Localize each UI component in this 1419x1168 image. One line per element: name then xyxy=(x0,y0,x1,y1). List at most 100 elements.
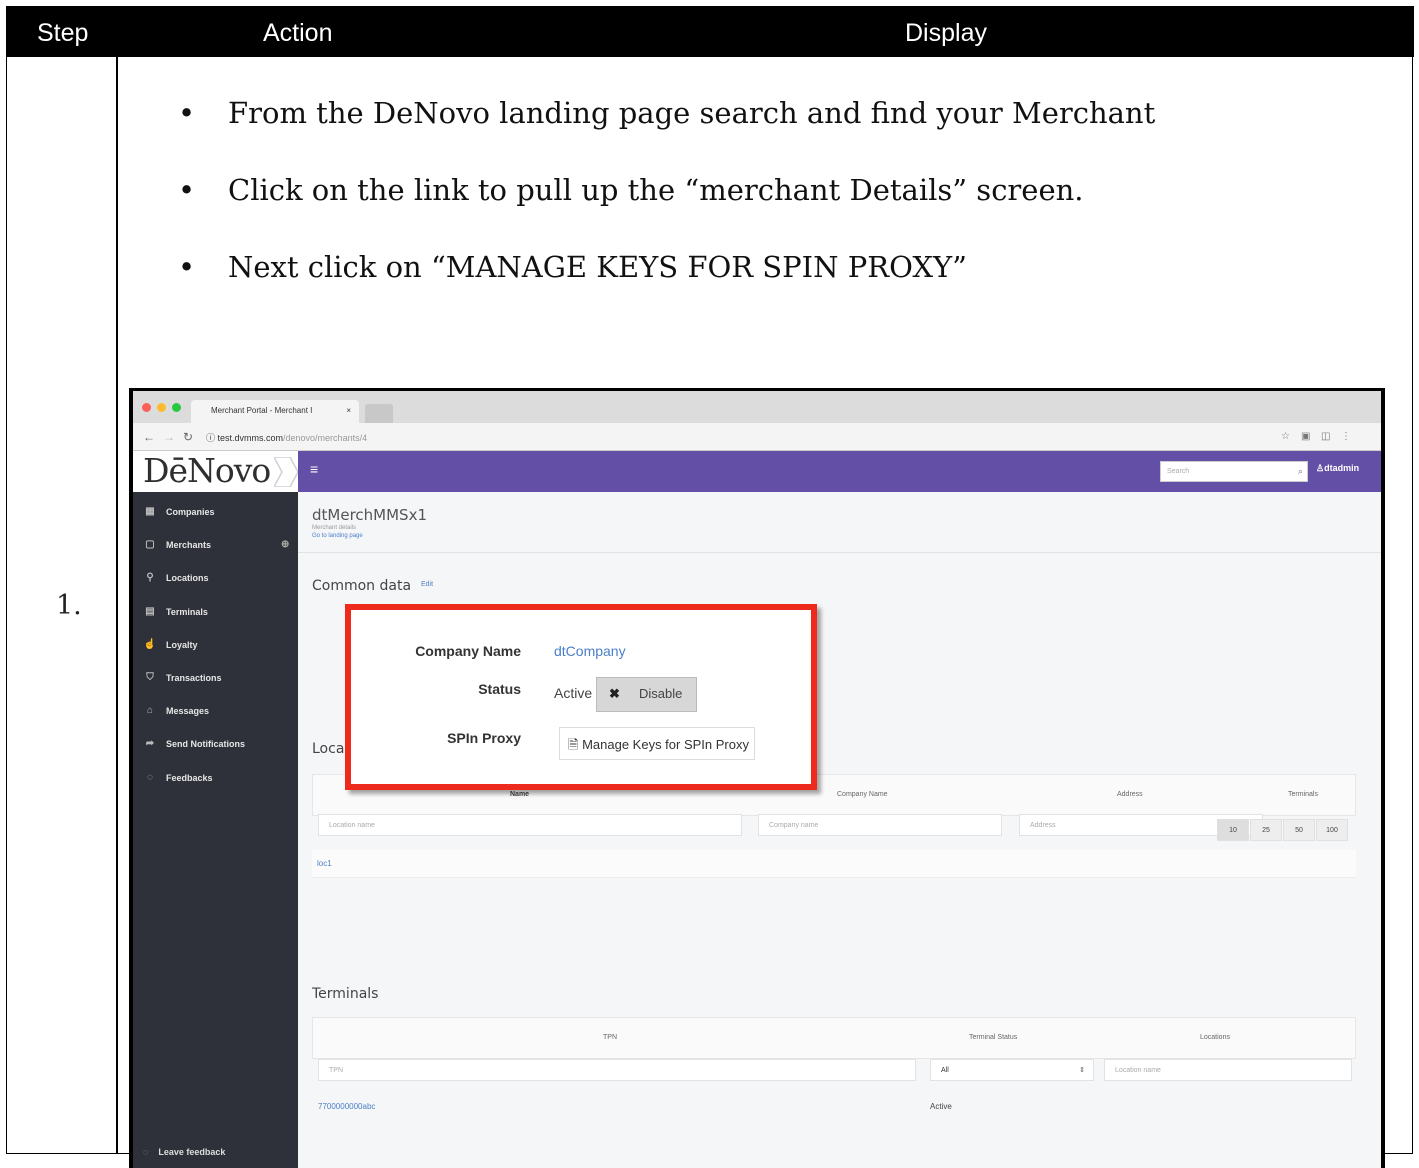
maximize-dot-icon[interactable] xyxy=(172,403,181,412)
table-border-bottom xyxy=(6,1153,129,1154)
sidebar-item-label: Terminals xyxy=(166,606,208,617)
logo-box: DēNovo xyxy=(133,451,298,492)
sidebar-item-label: Feedbacks xyxy=(166,772,213,783)
url-field[interactable]: ⓘ test.dvmms.com/denovo/merchants/4 xyxy=(206,431,367,444)
page-size-10[interactable]: 10 xyxy=(1217,819,1249,841)
location-name-filter[interactable]: Location name xyxy=(318,814,742,836)
col-name[interactable]: Name xyxy=(510,791,529,798)
document-icon: 🗎 xyxy=(568,737,579,752)
url-path: /denovo/merchants/4 xyxy=(283,433,368,443)
table-divider-step xyxy=(116,57,118,1154)
search-icon[interactable]: ⌕ xyxy=(1298,466,1303,477)
status-select-value: All xyxy=(941,1067,949,1074)
terminals-table-header: TPN Terminal Status Locations xyxy=(312,1017,1356,1059)
app-topbar: ≡ Search ⌕ ♙dtadmin xyxy=(298,451,1381,492)
step-number: 1. xyxy=(56,590,82,621)
sidebar-item-label: Companies xyxy=(166,507,215,517)
status-label: Status xyxy=(478,681,521,697)
user-name: dtadmin xyxy=(1324,463,1360,473)
bookmark-icon[interactable]: ☆ xyxy=(1281,431,1290,442)
pin-icon: ⚲ xyxy=(146,572,154,584)
manage-keys-button[interactable]: 🗎 Manage Keys for SPIn Proxy xyxy=(559,727,755,760)
header-step: Step xyxy=(37,19,89,47)
sidebar-item-label: Loyalty xyxy=(166,639,198,650)
sidebar-item-label: Merchants xyxy=(166,540,212,551)
back-icon[interactable]: ← xyxy=(143,430,155,444)
logo-arrow-icon xyxy=(274,457,298,487)
tab-close-icon[interactable]: × xyxy=(346,406,351,415)
status-value: Active xyxy=(554,685,593,701)
user-menu[interactable]: ♙dtadmin xyxy=(1316,463,1359,474)
col-terminal-status[interactable]: Terminal Status xyxy=(969,1034,1017,1041)
locations-title: Loca xyxy=(312,741,345,757)
page-size-selector: 10 25 50 100 xyxy=(1217,819,1357,841)
col-terminals[interactable]: Terminals xyxy=(1288,791,1318,798)
leave-feedback-label: Leave feedback xyxy=(158,1147,226,1157)
select-arrows-icon: ⇕ xyxy=(1079,1067,1085,1074)
col-address[interactable]: Address xyxy=(1117,791,1143,798)
close-dot-icon[interactable] xyxy=(142,403,151,412)
tpn-link[interactable]: 7700000000abc xyxy=(318,1102,375,1111)
comment-icon: ◌ xyxy=(143,1147,149,1157)
table-border-right xyxy=(1412,57,1413,1154)
col-tpn[interactable]: TPN xyxy=(603,1034,617,1041)
table-header-row: Step Action Display xyxy=(6,6,1414,57)
sidebar-item-label: Locations xyxy=(166,573,209,584)
browser-tab[interactable]: Merchant Portal - Merchant I × xyxy=(191,400,359,423)
col-locations[interactable]: Locations xyxy=(1200,1034,1230,1041)
hamburger-icon[interactable]: ≡ xyxy=(310,461,318,477)
search-input[interactable]: Search ⌕ xyxy=(1160,461,1308,482)
tab-title: Merchant Portal - Merchant I xyxy=(211,406,313,415)
extension-icon[interactable]: ▣ xyxy=(1301,431,1310,442)
location-filter[interactable]: Location name xyxy=(1104,1059,1352,1081)
leave-feedback-link[interactable]: ◌ Leave feedback xyxy=(143,1147,225,1157)
add-circle-icon[interactable]: ⊕ xyxy=(281,539,289,550)
minimize-dot-icon[interactable] xyxy=(157,403,166,412)
box-icon: ▢ xyxy=(145,539,155,551)
search-placeholder: Search xyxy=(1167,468,1190,475)
disable-button[interactable]: ✖ Disable xyxy=(596,677,697,712)
header-action: Action xyxy=(263,19,333,47)
company-name-value[interactable]: dtCompany xyxy=(554,643,626,659)
grid-icon: ▦ xyxy=(145,506,155,517)
denovo-logo[interactable]: DēNovo xyxy=(143,451,271,490)
table-border-bottom-right xyxy=(1385,1153,1413,1154)
page-size-100[interactable]: 100 xyxy=(1316,819,1348,841)
app-sidebar: DēNovo ▦ Companies ▢ Merchants ⊕ ⚲ Locations ▤ T… xyxy=(133,451,298,1168)
terminal-status-value: Active xyxy=(930,1102,952,1111)
tpn-filter[interactable]: TPN xyxy=(318,1059,916,1081)
header-display: Display xyxy=(905,19,987,47)
url-host: test.dvmms.com xyxy=(217,433,284,443)
sidebar-item-label: Send Notifications xyxy=(166,739,246,750)
new-tab-button[interactable] xyxy=(365,404,393,423)
bullet-text: Click on the link to pull up the “mercha… xyxy=(228,173,1084,207)
terminal-icon: ▤ xyxy=(145,605,155,617)
disable-label: Disable xyxy=(639,686,683,701)
page-size-25[interactable]: 25 xyxy=(1250,819,1282,841)
bullet-dot: • xyxy=(178,96,196,130)
merchant-subtitle: Merchant details xyxy=(312,525,357,531)
comment-icon: ◌ xyxy=(147,771,153,783)
forward-icon[interactable]: → xyxy=(163,430,175,444)
company-name-filter[interactable]: Company name xyxy=(758,814,1002,836)
edit-link[interactable]: Edit xyxy=(421,581,433,588)
close-icon: ✖ xyxy=(609,686,620,701)
bullet-text: Next click on “MANAGE KEYS FOR SPIN PROX… xyxy=(228,250,967,284)
sidebar-item-label: Messages xyxy=(166,706,210,717)
menu-icon[interactable]: ⋮ xyxy=(1341,431,1351,442)
bullet-dot: • xyxy=(178,173,196,207)
landing-page-link[interactable]: Go to landing page xyxy=(312,533,363,539)
bullet-dot: • xyxy=(178,250,196,284)
user-icon: ♙ xyxy=(1316,463,1325,473)
col-company-name[interactable]: Company Name xyxy=(837,791,888,798)
bullet-text: From the DeNovo landing page search and … xyxy=(228,96,1156,130)
table-border-left xyxy=(6,57,7,1154)
status-select[interactable]: All ⇕ xyxy=(930,1059,1094,1081)
reload-icon[interactable]: ↻ xyxy=(183,430,193,444)
cast-icon[interactable]: ◫ xyxy=(1321,431,1330,442)
shield-icon: ⛉ xyxy=(146,672,154,683)
page-size-50[interactable]: 50 xyxy=(1283,819,1315,841)
location-link[interactable]: loc1 xyxy=(317,859,332,868)
inbox-icon: ⌂ xyxy=(146,705,154,717)
common-data-title: Common data xyxy=(312,578,412,594)
